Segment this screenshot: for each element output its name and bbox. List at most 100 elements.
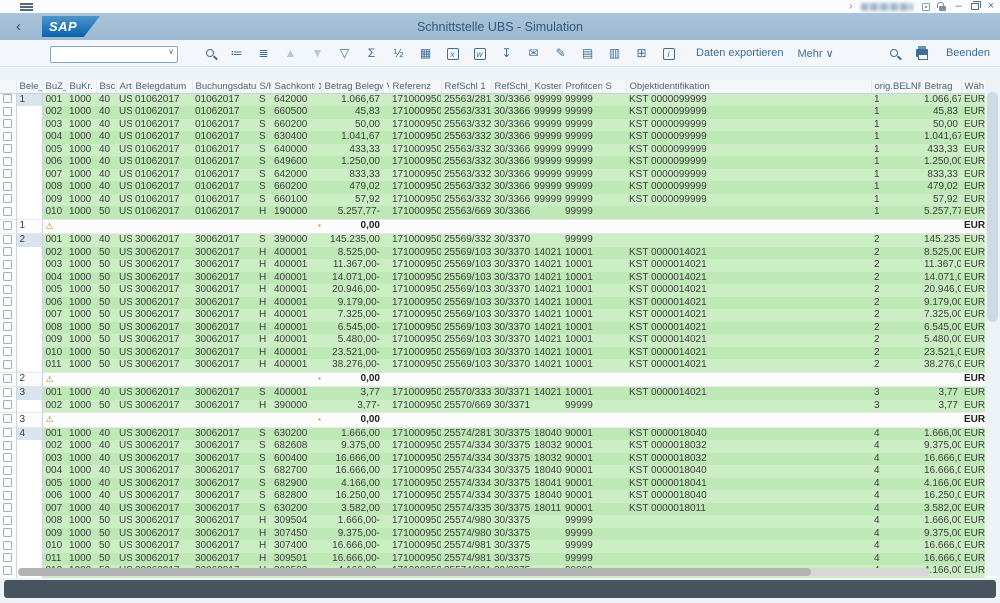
column-header-vorz[interactable]: Vorz. — [383, 80, 389, 93]
column-header-bsc[interactable]: Bsc_ — [96, 80, 116, 93]
table-row[interactable]: 008100040US0106201701062017S660200479,02… — [0, 181, 985, 194]
row-checkbox[interactable] — [3, 207, 12, 216]
row-checkbox[interactable] — [3, 453, 12, 462]
column-header-kost[interactable]: Kostenst. — [531, 80, 562, 93]
export-spreadsheet-icon[interactable]: x — [439, 40, 466, 67]
close-button[interactable]: × — [988, 0, 994, 13]
column-header-bele[interactable]: Bele_▲ — [16, 80, 42, 93]
table-row[interactable]: 002100040US0106201701062017S66050045,831… — [0, 106, 985, 119]
subtotal-row[interactable]: 1⚠▪0,00EUR — [0, 219, 985, 234]
subtotal-icon[interactable]: ½ — [385, 40, 412, 67]
table-row[interactable]: 007100040US0106201701062017S642000833,33… — [0, 169, 985, 182]
minimize-button[interactable]: – — [955, 0, 961, 13]
column-header-skto[interactable]: Sachkonto — [271, 80, 315, 93]
row-checkbox[interactable] — [3, 466, 12, 475]
column-header-bbw[interactable]: Betrag Belegw. — [321, 80, 383, 93]
row-checkbox[interactable] — [3, 528, 12, 537]
table-row[interactable]: 1001100040US0106201701062017S6420001.066… — [0, 93, 985, 106]
row-checkbox[interactable] — [3, 297, 12, 306]
row-checkbox[interactable] — [3, 194, 12, 203]
row-checkbox[interactable] — [3, 360, 12, 369]
table-row[interactable]: 011100050US3006201730062017H40000138.276… — [0, 359, 985, 372]
row-checkbox[interactable] — [3, 144, 12, 153]
more-button[interactable]: Mehr ∨ — [797, 47, 833, 60]
row-checkbox[interactable] — [3, 169, 12, 178]
column-header-cb[interactable] — [0, 80, 16, 93]
row-checkbox[interactable] — [3, 322, 12, 331]
row-checkbox[interactable] — [3, 374, 12, 383]
filter-icon[interactable]: ▽ — [331, 40, 358, 67]
table-row[interactable]: 006100040US0106201701062017S6496001.250,… — [0, 156, 985, 169]
table-row[interactable]: 007100040US3006201730062017S6302003.582,… — [0, 503, 985, 516]
display-list-icon[interactable]: ≣ — [250, 40, 277, 67]
beenden-button[interactable]: Beenden — [946, 47, 990, 59]
column-header-betr[interactable]: Betrag — [921, 80, 961, 93]
table-row[interactable]: 011100050US3006201730062017H30950116.666… — [0, 553, 985, 566]
vertical-scrollbar[interactable] — [985, 80, 1000, 576]
search-icon[interactable] — [890, 49, 898, 57]
mail-icon[interactable]: ✉ — [520, 40, 547, 67]
table-row[interactable]: 009100050US3006201730062017H3074509.375,… — [0, 528, 985, 541]
column-header-orig[interactable]: orig.BELNR — [871, 80, 921, 93]
choose-details-icon[interactable]: ≔ — [223, 40, 250, 67]
table-row[interactable]: 010100050US3006201730062017H30740016.666… — [0, 540, 985, 553]
row-checkbox[interactable] — [3, 272, 12, 281]
column-header-cur[interactable]: Wäh — [961, 80, 985, 93]
row-checkbox[interactable] — [3, 157, 12, 166]
table-row[interactable]: 009100050US3006201730062017H4000015.480,… — [0, 334, 985, 347]
session-icon[interactable] — [922, 3, 930, 11]
row-checkbox[interactable] — [3, 553, 12, 562]
table-row[interactable]: 2001100040US3006201730062017S390000145.2… — [0, 234, 985, 247]
column-header-sh[interactable]: S/H — [256, 80, 271, 93]
table-row[interactable]: 010100050US3006201730062017H40000123.521… — [0, 347, 985, 360]
abc-analysis-icon[interactable]: ▤ — [574, 40, 601, 67]
row-checkbox[interactable] — [3, 478, 12, 487]
hamburger-menu-icon[interactable] — [20, 3, 33, 11]
row-checkbox[interactable] — [3, 516, 12, 525]
command-field[interactable] — [50, 46, 178, 63]
graphic-icon[interactable]: ✎ — [547, 40, 574, 67]
table-row[interactable]: 007100050US3006201730062017H4000017.325,… — [0, 309, 985, 322]
table-row[interactable]: 004100050US3006201730062017H40000114.071… — [0, 272, 985, 285]
row-checkbox[interactable] — [3, 491, 12, 500]
table-row[interactable]: 3001100040US3006201730062017S4000013,771… — [0, 387, 985, 400]
table-row[interactable]: 005100050US3006201730062017H40000120.946… — [0, 284, 985, 297]
row-checkbox[interactable] — [3, 247, 12, 256]
table-row[interactable]: 010100050US0106201701062017H1900005.257,… — [0, 206, 985, 219]
row-checkbox[interactable] — [3, 285, 12, 294]
row-checkbox[interactable] — [3, 182, 12, 191]
subtotal-row[interactable]: 2⚠▪0,00EUR — [0, 372, 985, 387]
column-header-pc[interactable]: Profitcenter — [562, 80, 602, 93]
column-header-rs1[interactable]: RefSchl 1 — [441, 80, 491, 93]
column-header-obj[interactable]: Objektidentifikation — [626, 80, 871, 93]
total-icon[interactable]: Σ — [358, 40, 385, 67]
master-data-icon[interactable]: ▥ — [601, 40, 628, 67]
table-row[interactable]: 008100050US3006201730062017H4000016.545,… — [0, 322, 985, 335]
column-header-sig[interactable]: Σ — [315, 80, 321, 93]
table-row[interactable]: 009100040US0106201701062017S66010057,921… — [0, 194, 985, 207]
row-checkbox[interactable] — [3, 347, 12, 356]
export-data-button[interactable]: Daten exportieren — [696, 47, 783, 59]
table-row[interactable]: 006100050US3006201730062017H4000019.179,… — [0, 297, 985, 310]
subtotal-row[interactable]: 3⚠▪0,00EUR — [0, 413, 985, 428]
column-header-buz[interactable]: BuZ_ — [42, 80, 66, 93]
word-processing-icon[interactable]: w — [466, 40, 493, 67]
layout-add-icon[interactable]: ⊞ — [628, 40, 655, 67]
row-checkbox[interactable] — [3, 400, 12, 409]
table-row[interactable]: 003100040US0106201701062017S66020050,001… — [0, 119, 985, 132]
row-checkbox[interactable] — [3, 132, 12, 141]
nav-forward-icon[interactable]: › — [849, 1, 852, 12]
row-checkbox[interactable] — [3, 235, 12, 244]
row-checkbox[interactable] — [3, 260, 12, 269]
row-checkbox[interactable] — [3, 541, 12, 550]
table-row[interactable]: 002100040US3006201730062017S6826089.375,… — [0, 440, 985, 453]
table-row[interactable]: 004100040US3006201730062017S68270016.666… — [0, 465, 985, 478]
table-row[interactable]: 003100050US3006201730062017H40000111.367… — [0, 259, 985, 272]
local-file-icon[interactable]: ↧ — [493, 40, 520, 67]
row-checkbox[interactable] — [3, 428, 12, 437]
table-row[interactable]: 005100040US0106201701062017S640000433,33… — [0, 144, 985, 157]
find-icon[interactable] — [196, 40, 223, 67]
row-checkbox[interactable] — [3, 310, 12, 319]
row-checkbox[interactable] — [3, 107, 12, 116]
info-icon[interactable]: i — [655, 40, 682, 67]
